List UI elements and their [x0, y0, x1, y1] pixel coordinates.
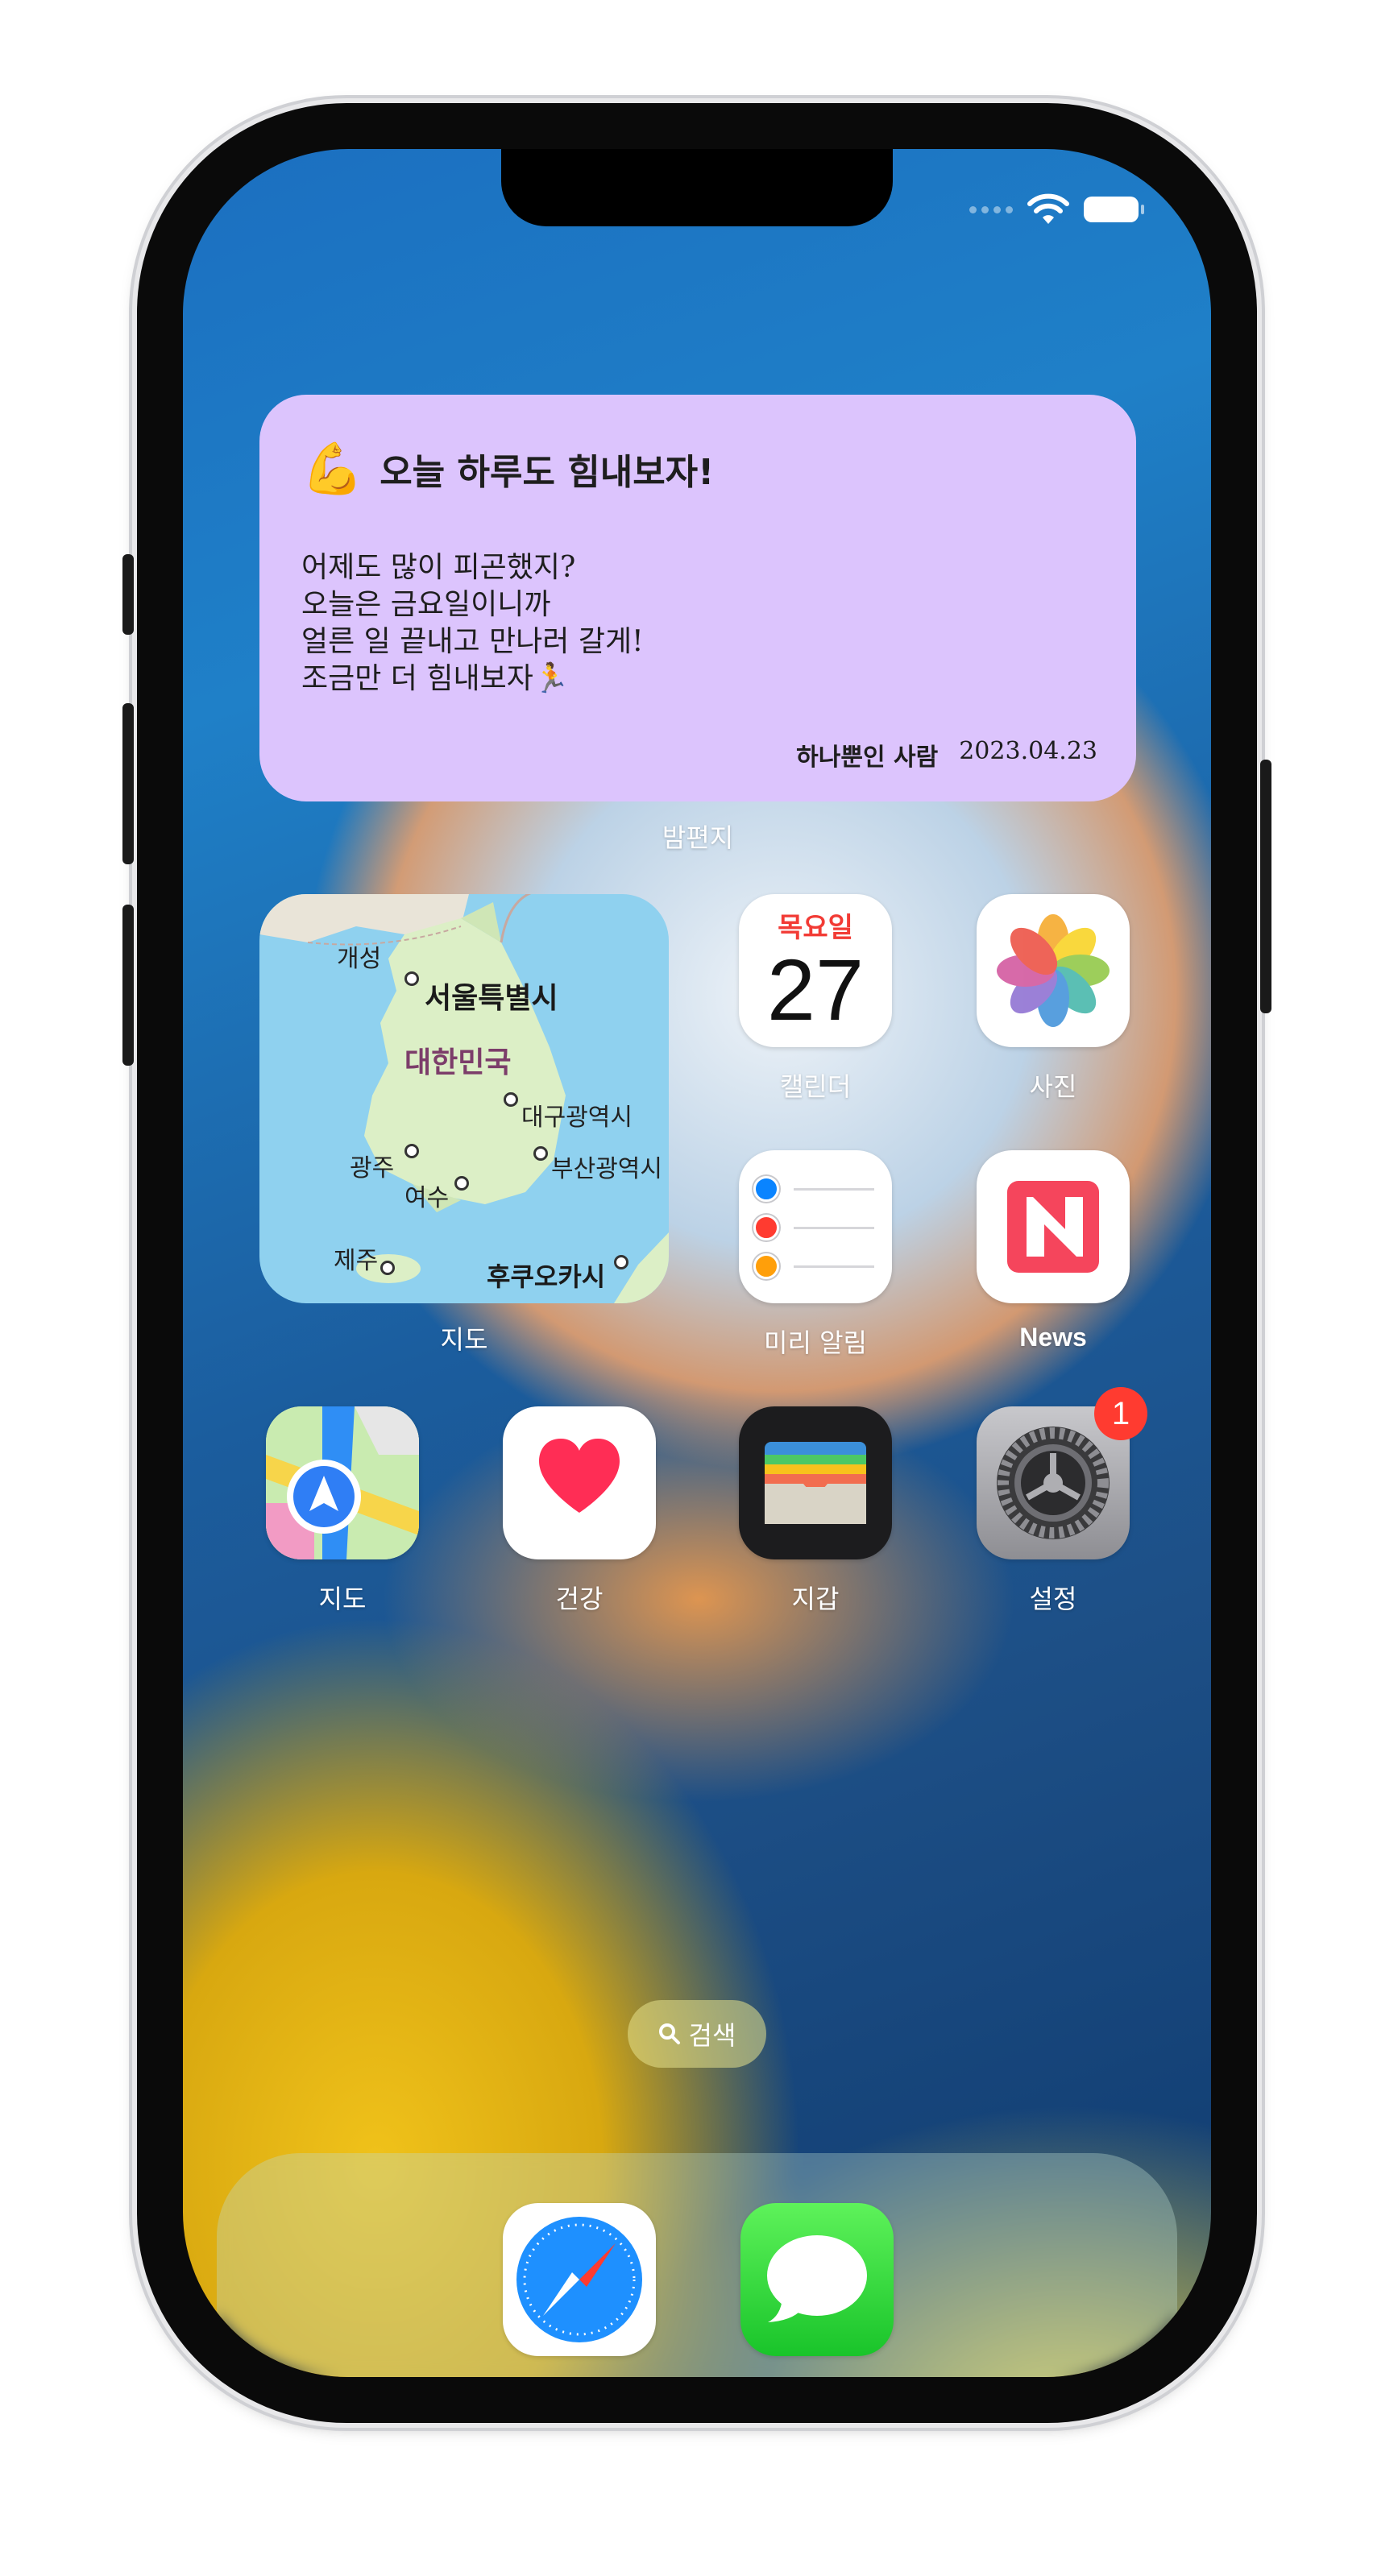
- reminders-label: 미리 알림: [764, 1327, 867, 1358]
- calendar-label: 캘린더: [779, 1071, 852, 1102]
- map-dot-yeosu: [454, 1176, 469, 1191]
- reminders-app[interactable]: 미리 알림: [739, 1150, 892, 1358]
- action-button: [122, 554, 134, 635]
- cellular-signal-icon: [969, 205, 1013, 213]
- flexed-biceps-icon: 💪: [301, 439, 364, 498]
- dock: [217, 2153, 1177, 2377]
- letter-line: 어제도 많이 피곤했지?: [301, 551, 576, 584]
- messages-app[interactable]: [740, 2203, 894, 2356]
- news-icon: [977, 1150, 1130, 1303]
- status-bar: [969, 193, 1144, 226]
- photos-app[interactable]: 사진: [977, 894, 1130, 1102]
- map-label-seoul: 서울특별시: [425, 982, 558, 1015]
- wallet-icon: [739, 1406, 892, 1559]
- letter-date: 2023.04.23: [959, 737, 1097, 765]
- wifi-icon: [1027, 193, 1069, 224]
- health-label: 건강: [555, 1584, 604, 1614]
- search-icon: [658, 2023, 680, 2044]
- notch: [501, 149, 893, 226]
- maps-icon: [266, 1406, 419, 1559]
- map-label-daegu: 대구광역시: [521, 1104, 633, 1132]
- map-dot-gwangju: [404, 1144, 419, 1158]
- calendar-app[interactable]: 목요일 27 캘린더: [739, 894, 892, 1102]
- letter-author: 하나뿐인 사람: [796, 743, 939, 772]
- wallet-label: 지갑: [791, 1584, 840, 1614]
- search-label: 검색: [688, 2020, 736, 2051]
- reminders-icon: [739, 1150, 892, 1303]
- safari-app[interactable]: [503, 2203, 656, 2356]
- map-label-country: 대한민국: [404, 1046, 512, 1079]
- letter-widget-label: 밤편지: [662, 822, 734, 853]
- notification-badge: 1: [1094, 1387, 1147, 1440]
- news-app[interactable]: News: [977, 1150, 1130, 1352]
- search-button[interactable]: 검색: [628, 2000, 766, 2068]
- maps-label: 지도: [318, 1584, 367, 1614]
- calendar-date: 27: [766, 941, 865, 1038]
- letter-signature: 하나뿐인 사람 2023.04.23: [796, 737, 1097, 772]
- letter-title-text: 오늘 하루도 힘내보자!: [380, 452, 715, 493]
- letter-line: 조금만 더 힘내보자🏃: [301, 662, 570, 695]
- settings-app[interactable]: 1 설정: [977, 1387, 1147, 1614]
- letter-body: 어제도 많이 피곤했지? 오늘은 금요일이니까 얼른 일 끝내고 만나러 갈게!…: [301, 549, 644, 698]
- battery-icon: [1084, 197, 1144, 222]
- settings-label: 설정: [1029, 1584, 1077, 1614]
- home-screen: 💪 오늘 하루도 힘내보자! 어제도 많이 피곤했지? 오늘은 금요일이니까 얼…: [183, 149, 1211, 2377]
- map-widget-label: 지도: [440, 1324, 488, 1355]
- map-dot-fukuoka: [614, 1255, 628, 1269]
- maps-app[interactable]: 지도: [266, 1406, 419, 1614]
- photos-label: 사진: [1029, 1071, 1077, 1102]
- map-label-gwangju: 광주: [350, 1154, 395, 1182]
- calendar-weekday: 목요일: [778, 912, 853, 944]
- map-label-yeosu: 여수: [404, 1184, 450, 1212]
- health-app[interactable]: 건강: [503, 1406, 656, 1614]
- health-icon: [503, 1406, 656, 1559]
- map-dot-busan: [533, 1146, 548, 1161]
- messages-icon: [740, 2203, 894, 2356]
- phone-frame: 💪 오늘 하루도 힘내보자! 어제도 많이 피곤했지? 오늘은 금요일이니까 얼…: [122, 103, 1271, 2423]
- news-label: News: [1019, 1323, 1087, 1352]
- map-label-fukuoka: 후쿠오카시: [487, 1261, 606, 1292]
- volume-up-button: [122, 703, 134, 864]
- map-dot-kaesong: [404, 971, 419, 986]
- power-button: [1260, 760, 1271, 1013]
- map-dot-daegu: [504, 1092, 518, 1107]
- letter-line: 오늘은 금요일이니까: [301, 588, 551, 621]
- map-dot-jeju: [380, 1261, 395, 1275]
- map-label-jeju: 제주: [334, 1247, 379, 1275]
- letter-line: 얼른 일 끝내고 만나러 갈게!: [301, 625, 644, 658]
- map-label-busan: 부산광역시: [551, 1155, 662, 1183]
- wallet-app[interactable]: 지갑: [739, 1406, 892, 1614]
- safari-icon: [503, 2203, 656, 2356]
- map-label-kaesong: 개성: [337, 945, 382, 973]
- calendar-icon: 목요일 27: [739, 894, 892, 1047]
- letter-title: 💪 오늘 하루도 힘내보자!: [301, 443, 714, 495]
- photos-icon: [977, 894, 1130, 1047]
- volume-down-button: [122, 905, 134, 1066]
- letter-widget[interactable]: 💪 오늘 하루도 힘내보자! 어제도 많이 피곤했지? 오늘은 금요일이니까 얼…: [259, 395, 1136, 801]
- map-widget[interactable]: 개성 서울특별시 대한민국 대구광역시 광주 부산광역시 여수 제주 후쿠오카시: [259, 894, 669, 1303]
